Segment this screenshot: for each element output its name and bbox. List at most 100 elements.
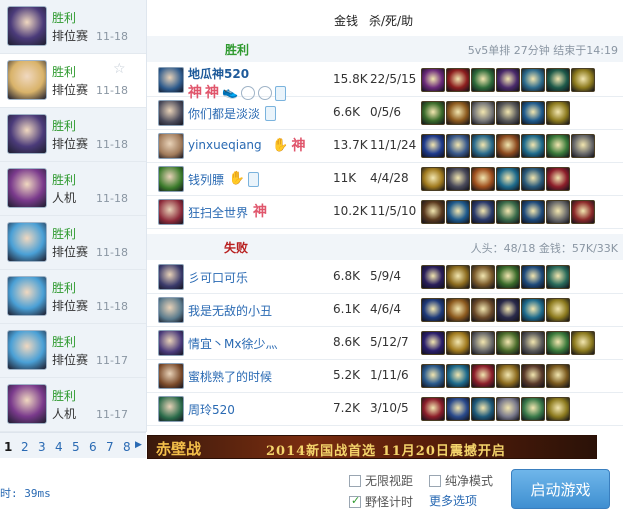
page-number[interactable]: 6 [89, 440, 97, 454]
item-icon[interactable] [571, 68, 595, 92]
item-icon[interactable] [471, 200, 495, 224]
history-item[interactable]: 胜利 排位赛 11-17 [0, 324, 146, 378]
player-name[interactable]: 你们都是淡淡 [188, 105, 260, 122]
item-icon[interactable] [421, 167, 445, 191]
ad-banner[interactable]: 赤壁战 2014新国战首选 11月20日震撼开启 [147, 435, 597, 459]
page-number[interactable]: 7 [106, 440, 114, 454]
player-name[interactable]: 彡可口可乐 [188, 269, 248, 286]
item-icon[interactable] [421, 298, 445, 322]
item-icon[interactable] [496, 101, 520, 125]
player-row[interactable]: 我是无敌的小丑 6.1K 4/6/4 [147, 294, 623, 327]
player-name[interactable]: 蜜桃熟了的时候 [188, 368, 272, 385]
item-icon[interactable] [471, 167, 495, 191]
item-icon[interactable] [446, 134, 470, 158]
player-name[interactable]: yinxueqiang [188, 138, 262, 152]
item-icon[interactable] [471, 134, 495, 158]
item-icon[interactable] [471, 331, 495, 355]
favorite-star-icon[interactable]: ☆ [113, 61, 126, 77]
player-row[interactable]: 地瓜神520 神神 👟 15.8K 22/5/15 [147, 64, 623, 101]
player-row[interactable]: 周玲520 7.2K 3/10/5 [147, 393, 623, 426]
clean-mode-checkbox[interactable] [429, 474, 441, 487]
item-icon[interactable] [496, 265, 520, 289]
jungle-timer-option[interactable]: 野怪计时 [349, 493, 413, 510]
player-row[interactable]: 彡可口可乐 6.8K 5/9/4 [147, 261, 623, 294]
history-item[interactable]: 胜利 排位赛 11-18 [0, 216, 146, 270]
item-icon[interactable] [471, 68, 495, 92]
history-item[interactable]: 胜利 排位赛 11-18 [0, 108, 146, 162]
page-number[interactable]: 5 [72, 440, 80, 454]
item-icon[interactable] [421, 134, 445, 158]
player-row[interactable]: 狂扫全世界神 10.2K 11/5/10 [147, 196, 623, 229]
item-icon[interactable] [521, 200, 545, 224]
jungle-timer-checkbox[interactable] [349, 494, 361, 508]
item-icon[interactable] [446, 298, 470, 322]
item-icon[interactable] [446, 101, 470, 125]
item-icon[interactable] [521, 167, 545, 191]
item-icon[interactable] [496, 134, 520, 158]
item-icon[interactable] [571, 331, 595, 355]
history-item[interactable]: 胜利 人机 11-18 [0, 162, 146, 216]
item-icon[interactable] [446, 265, 470, 289]
player-row[interactable]: 钱列膘 ✋ 11K 4/4/28 [147, 163, 623, 196]
item-icon[interactable] [446, 397, 470, 421]
infinite-view-checkbox[interactable] [349, 474, 361, 487]
item-icon[interactable] [521, 397, 545, 421]
clean-mode-option[interactable]: 纯净模式 [429, 472, 493, 489]
item-icon[interactable] [421, 200, 445, 224]
item-icon[interactable] [546, 134, 570, 158]
item-icon[interactable] [546, 331, 570, 355]
item-icon[interactable] [521, 331, 545, 355]
item-icon[interactable] [471, 101, 495, 125]
player-row[interactable]: 蜜桃熟了的时候 5.2K 1/11/6 [147, 360, 623, 393]
item-icon[interactable] [471, 397, 495, 421]
item-icon[interactable] [546, 265, 570, 289]
item-icon[interactable] [421, 397, 445, 421]
player-name[interactable]: 周玲520 [188, 401, 235, 418]
item-icon[interactable] [421, 101, 445, 125]
item-icon[interactable] [546, 200, 570, 224]
more-options-link[interactable]: 更多选项 [429, 492, 477, 509]
item-icon[interactable] [496, 298, 520, 322]
page-number[interactable]: 8 [123, 440, 131, 454]
item-icon[interactable] [446, 364, 470, 388]
item-icon[interactable] [546, 68, 570, 92]
item-icon[interactable] [446, 68, 470, 92]
item-icon[interactable] [546, 167, 570, 191]
item-icon[interactable] [446, 331, 470, 355]
item-icon[interactable] [421, 68, 445, 92]
item-icon[interactable] [521, 134, 545, 158]
player-row[interactable]: 情宜丶Mx徐少灬 8.6K 5/12/7 [147, 327, 623, 360]
page-number[interactable]: 3 [38, 440, 46, 454]
player-row[interactable]: 你们都是淡淡 6.6K 0/5/6 [147, 97, 623, 130]
item-icon[interactable] [546, 101, 570, 125]
item-icon[interactable] [421, 331, 445, 355]
item-icon[interactable] [546, 364, 570, 388]
item-icon[interactable] [521, 298, 545, 322]
history-item[interactable]: 胜利 排位赛 11-18 [0, 270, 146, 324]
page-number[interactable]: 4 [55, 440, 63, 454]
item-icon[interactable] [496, 331, 520, 355]
history-item[interactable]: 胜利 人机 11-17 [0, 378, 146, 432]
start-game-button[interactable]: 启动游戏 [511, 469, 610, 509]
item-icon[interactable] [521, 68, 545, 92]
player-name[interactable]: 狂扫全世界 [188, 204, 248, 221]
item-icon[interactable] [496, 167, 520, 191]
player-name[interactable]: 情宜丶Mx徐少灬 [188, 335, 277, 352]
item-icon[interactable] [471, 298, 495, 322]
item-icon[interactable] [521, 364, 545, 388]
infinite-view-option[interactable]: 无限视距 [349, 472, 413, 489]
player-name[interactable]: 我是无敌的小丑 [188, 302, 272, 319]
history-item[interactable]: 胜利 排位赛 11-18 [0, 0, 146, 54]
player-name[interactable]: 钱列膘 [188, 171, 224, 188]
item-icon[interactable] [496, 397, 520, 421]
item-icon[interactable] [521, 265, 545, 289]
item-icon[interactable] [446, 167, 470, 191]
item-icon[interactable] [471, 364, 495, 388]
page-number[interactable]: 1 [4, 440, 12, 454]
item-icon[interactable] [446, 200, 470, 224]
history-item[interactable]: 胜利 排位赛 11-18 ☆ [0, 54, 146, 108]
item-icon[interactable] [496, 200, 520, 224]
item-icon[interactable] [571, 134, 595, 158]
player-name[interactable]: 地瓜神520 [188, 65, 249, 82]
item-icon[interactable] [421, 265, 445, 289]
